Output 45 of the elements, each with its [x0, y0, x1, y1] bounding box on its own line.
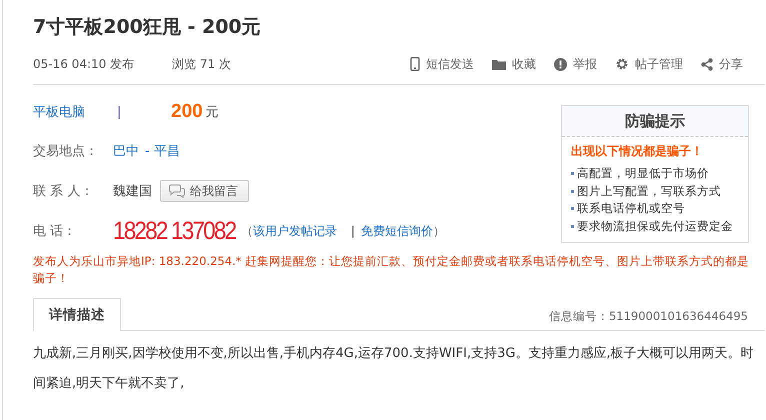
action-link[interactable]: 分享 — [701, 56, 743, 72]
sms-inquiry-link[interactable]: 免费短信询价 — [360, 222, 433, 240]
location-label: 交易地点： — [33, 143, 99, 160]
phone-number: 18282 137082 — [113, 216, 236, 246]
bullet-icon — [571, 224, 574, 228]
fraud-tip: 联系电话停机或空号 — [577, 201, 685, 216]
category-link[interactable]: 平板电脑 — [33, 103, 117, 121]
price-value: 200 — [171, 101, 203, 123]
open-parenthesis: （ — [240, 222, 253, 240]
action-link[interactable]: 收藏 — [492, 56, 536, 72]
fraud-tips-title: 防骗提示 — [562, 106, 748, 137]
separator: | — [117, 104, 122, 120]
action-link[interactable]: 短信发送 — [410, 56, 474, 72]
share-icon — [701, 58, 713, 70]
chat-icon — [169, 184, 185, 198]
post-history-link[interactable]: 该用户发帖记录 — [252, 222, 337, 240]
city-link[interactable]: 巴中 — [113, 142, 139, 160]
district-link[interactable]: - 平昌 — [145, 142, 180, 160]
gear-icon — [615, 57, 629, 71]
info-id: 信息编号：5119000101636446495 — [548, 309, 748, 325]
bullet-icon — [571, 172, 574, 176]
post-title: 7寸平板200狂甩 - 200元 — [33, 15, 262, 40]
contact-name: 魏建国 — [113, 183, 152, 200]
contact-label: 联 系 人： — [33, 183, 94, 200]
fraud-tip: 高配置，明显低于市场价 — [577, 166, 709, 182]
item-description: 九成新,三月刚买,因学校使用不变,所以出售,手机内存4G,运存700.支持WIFI,支持3G。支持重力感应,板子大概可以用两天。时间紧迫,明天下午就不卖了, — [33, 345, 755, 393]
folder-icon — [492, 58, 506, 70]
phone-label: 电 话： — [33, 223, 78, 240]
action-link[interactable]: 举报 — [554, 56, 597, 72]
action-link[interactable]: 帖子管理 — [615, 56, 683, 72]
bullet-icon — [571, 190, 574, 193]
post-date: 05-16 04:10 发布 — [33, 56, 134, 72]
details-tab[interactable]: 详情描述 — [33, 298, 121, 331]
message-button[interactable]: 给我留言 — [160, 180, 249, 202]
phone-icon — [410, 57, 420, 71]
close-parenthesis: ） — [432, 222, 445, 240]
separator: | — [350, 224, 355, 238]
alert-icon — [554, 58, 567, 70]
fraud-warning: 发布人为乐山市异地IP: 183.220.254.* 赶集网提醒您：让您提前汇款、预付定金邮费或者联系电话停机空号、图片上带联系方式的都是骗子！ — [33, 253, 750, 287]
view-count: 浏览 71 次 — [172, 56, 231, 72]
fraud-tip: 要求物流担保或先付运费定金 — [577, 218, 733, 234]
bullet-icon — [571, 207, 574, 210]
fraud-tips-headline: 出现以下情况都是骗子！ — [570, 143, 704, 160]
price-unit: 元 — [206, 104, 219, 121]
fraud-tip: 图片上写配置，写联系方式 — [577, 184, 721, 199]
